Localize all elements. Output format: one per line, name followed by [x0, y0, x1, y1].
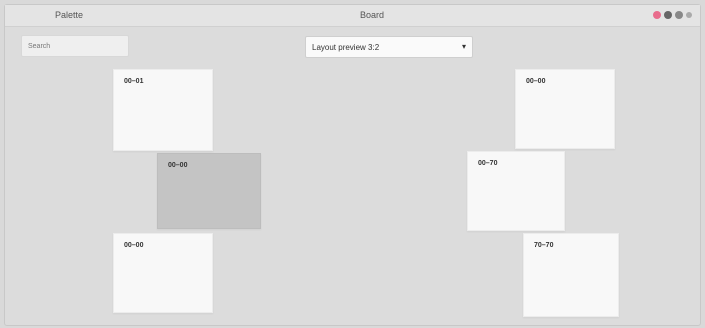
app-window: Palette Board Search Layout preview 3:2 …	[4, 4, 701, 326]
window-controls	[653, 11, 692, 19]
card-selected[interactable]: 00–00	[157, 153, 261, 229]
card-label: 00–01	[124, 78, 144, 85]
menu-icon[interactable]	[686, 12, 692, 18]
card[interactable]: 00–00	[515, 69, 615, 149]
card[interactable]: 00–70	[467, 151, 565, 231]
card[interactable]: 00–00	[113, 233, 213, 313]
chevron-down-icon: ▾	[461, 42, 466, 51]
card-label: 00–00	[124, 242, 144, 249]
minimize-icon[interactable]	[664, 11, 672, 19]
search-field[interactable]: Search	[21, 35, 129, 57]
close-icon[interactable]	[653, 11, 661, 19]
card[interactable]: 70–70	[523, 233, 619, 317]
card-label: 00–00	[168, 162, 188, 169]
maximize-icon[interactable]	[675, 11, 683, 19]
layout-select-value: Layout preview 3:2	[312, 43, 380, 52]
card-label: 70–70	[534, 242, 554, 249]
card-label: 00–00	[526, 78, 546, 85]
card[interactable]: 00–01	[113, 69, 213, 151]
window-title: Board	[360, 10, 385, 20]
palette-menu[interactable]: Palette	[55, 10, 83, 20]
board-canvas[interactable]: 00–01 00–00 00–00 00–00 00–70 70–70	[9, 63, 698, 321]
layout-select[interactable]: Layout preview 3:2 ▾	[305, 36, 473, 58]
title-bar: Palette Board	[5, 5, 700, 27]
card-label: 00–70	[478, 160, 498, 167]
